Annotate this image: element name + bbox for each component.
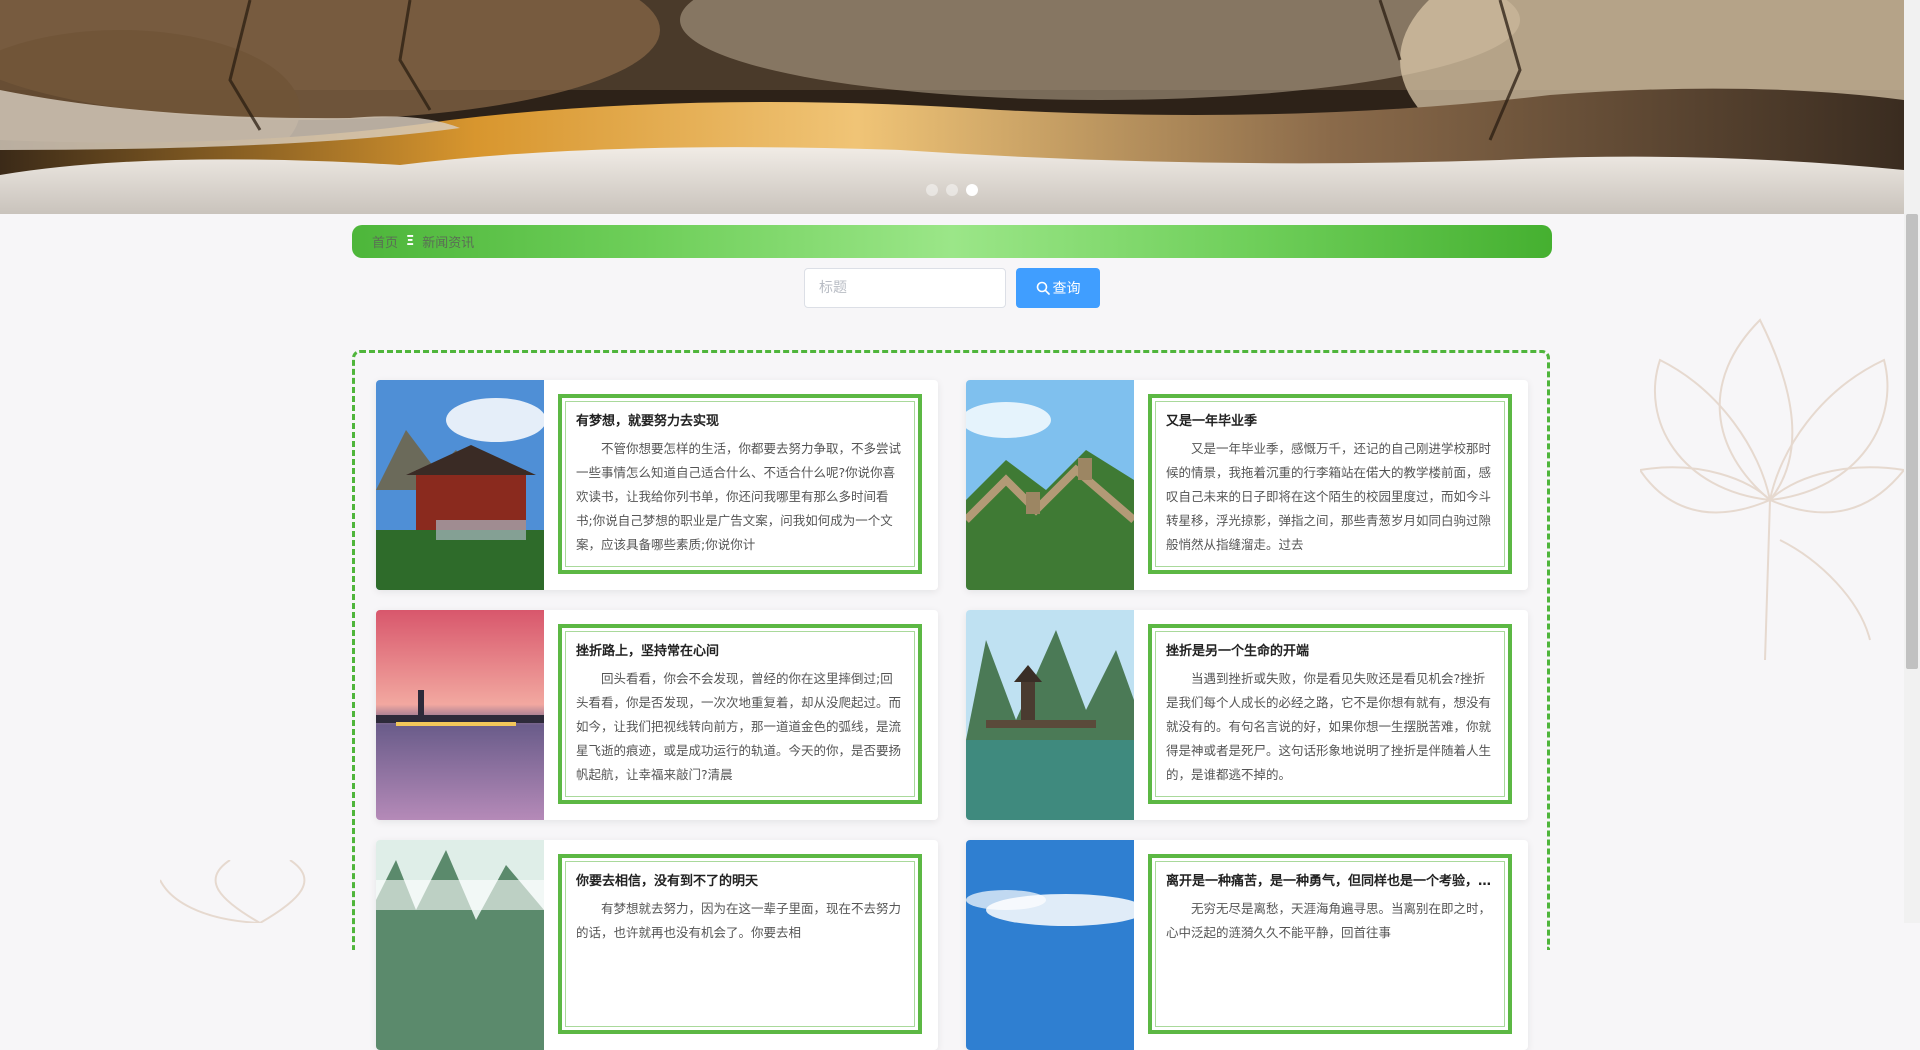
news-excerpt: 有梦想就去努力，因为在这一辈子里面，现在不去努力的话，也许就再也没有机会了。你要…	[576, 901, 902, 940]
carousel-dots	[926, 184, 978, 196]
news-list: 有梦想，就要努力去实现 不管你想要怎样的生活，你都要去努力争取，不多尝试一些事情…	[352, 350, 1550, 1050]
news-title[interactable]: 离开是一种痛苦，是一种勇气，但同样也是一个考验，是一个新的开始	[1166, 870, 1494, 889]
news-title[interactable]: 又是一年毕业季	[1166, 410, 1494, 429]
news-card[interactable]: 有梦想，就要努力去实现 不管你想要怎样的生活，你都要去努力争取，不多尝试一些事情…	[376, 380, 938, 590]
news-excerpt: 当遇到挫折或失败，你是看见失败还是看见机会?挫折是我们每个人成长的必经之路，它不…	[1166, 671, 1492, 782]
news-text-frame: 又是一年毕业季 又是一年毕业季，感慨万千，还记的自己刚进学校那时候的情景，我拖着…	[1148, 394, 1512, 574]
news-card[interactable]: 你要去相信，没有到不了的明天 有梦想就去努力，因为在这一辈子里面，现在不去努力的…	[376, 840, 938, 1050]
news-text-frame: 挫折是另一个生命的开端 当遇到挫折或失败，你是看见失败还是看见机会?挫折是我们每…	[1148, 624, 1512, 804]
lotus-decoration-left	[160, 860, 306, 923]
news-card[interactable]: 挫折是另一个生命的开端 当遇到挫折或失败，你是看见失败还是看见机会?挫折是我们每…	[966, 610, 1528, 820]
news-text-frame: 你要去相信，没有到不了的明天 有梦想就去努力，因为在这一辈子里面，现在不去努力的…	[558, 854, 922, 1034]
news-card[interactable]: 离开是一种痛苦，是一种勇气，但同样也是一个考验，是一个新的开始 无穷无尽是离愁，…	[966, 840, 1528, 1050]
hero-carousel[interactable]	[0, 0, 1904, 214]
breadcrumb-current[interactable]: 新闻资讯	[422, 232, 474, 251]
news-title[interactable]: 你要去相信，没有到不了的明天	[576, 870, 904, 889]
news-excerpt: 不管你想要怎样的生活，你都要去努力争取，不多尝试一些事情怎么知道自己适合什么、不…	[576, 441, 902, 552]
breadcrumb: 首页 Ξ 新闻资讯	[352, 225, 1552, 258]
news-card[interactable]: 挫折路上，坚持常在心间 回头看看，你会不会发现，曾经的你在这里摔倒过;回头看看，…	[376, 610, 938, 820]
carousel-dot[interactable]	[946, 184, 958, 196]
search-button-label: 查询	[1052, 281, 1081, 297]
scrollbar-thumb[interactable]	[1906, 214, 1918, 669]
news-thumbnail	[966, 840, 1134, 1050]
news-excerpt: 回头看看，你会不会发现，曾经的你在这里摔倒过;回头看看，你是否发现，一次次地重复…	[576, 671, 902, 782]
breadcrumb-separator: Ξ	[406, 234, 415, 249]
news-card[interactable]: 又是一年毕业季 又是一年毕业季，感慨万千，还记的自己刚进学校那时候的情景，我拖着…	[966, 380, 1528, 590]
news-text-frame: 挫折路上，坚持常在心间 回头看看，你会不会发现，曾经的你在这里摔倒过;回头看看，…	[558, 624, 922, 804]
carousel-dot-active[interactable]	[966, 184, 978, 196]
news-thumbnail	[376, 610, 544, 820]
news-title[interactable]: 挫折是另一个生命的开端	[1166, 640, 1494, 659]
news-title[interactable]: 有梦想，就要努力去实现	[576, 410, 904, 429]
carousel-dot[interactable]	[926, 184, 938, 196]
hero-image	[0, 0, 1904, 214]
breadcrumb-home[interactable]: 首页	[372, 232, 398, 251]
news-text-frame: 有梦想，就要努力去实现 不管你想要怎样的生活，你都要去努力争取，不多尝试一些事情…	[558, 394, 922, 574]
lotus-decoration	[1640, 318, 1904, 660]
page-scrollbar[interactable]	[1904, 0, 1920, 923]
news-thumbnail	[376, 380, 544, 590]
news-thumbnail	[966, 380, 1134, 590]
search-icon	[1036, 281, 1050, 295]
title-search-input[interactable]	[804, 268, 1006, 308]
news-thumbnail	[966, 610, 1134, 820]
news-excerpt: 又是一年毕业季，感慨万千，还记的自己刚进学校那时候的情景，我拖着沉重的行李箱站在…	[1166, 441, 1492, 552]
news-thumbnail	[376, 840, 544, 1050]
news-text-frame: 离开是一种痛苦，是一种勇气，但同样也是一个考验，是一个新的开始 无穷无尽是离愁，…	[1148, 854, 1512, 1034]
news-excerpt: 无穷无尽是离愁，天涯海角遍寻思。当离别在即之时，心中泛起的涟漪久久不能平静，回首…	[1166, 901, 1492, 940]
news-title[interactable]: 挫折路上，坚持常在心间	[576, 640, 904, 659]
search-button[interactable]: 查询	[1016, 268, 1100, 308]
